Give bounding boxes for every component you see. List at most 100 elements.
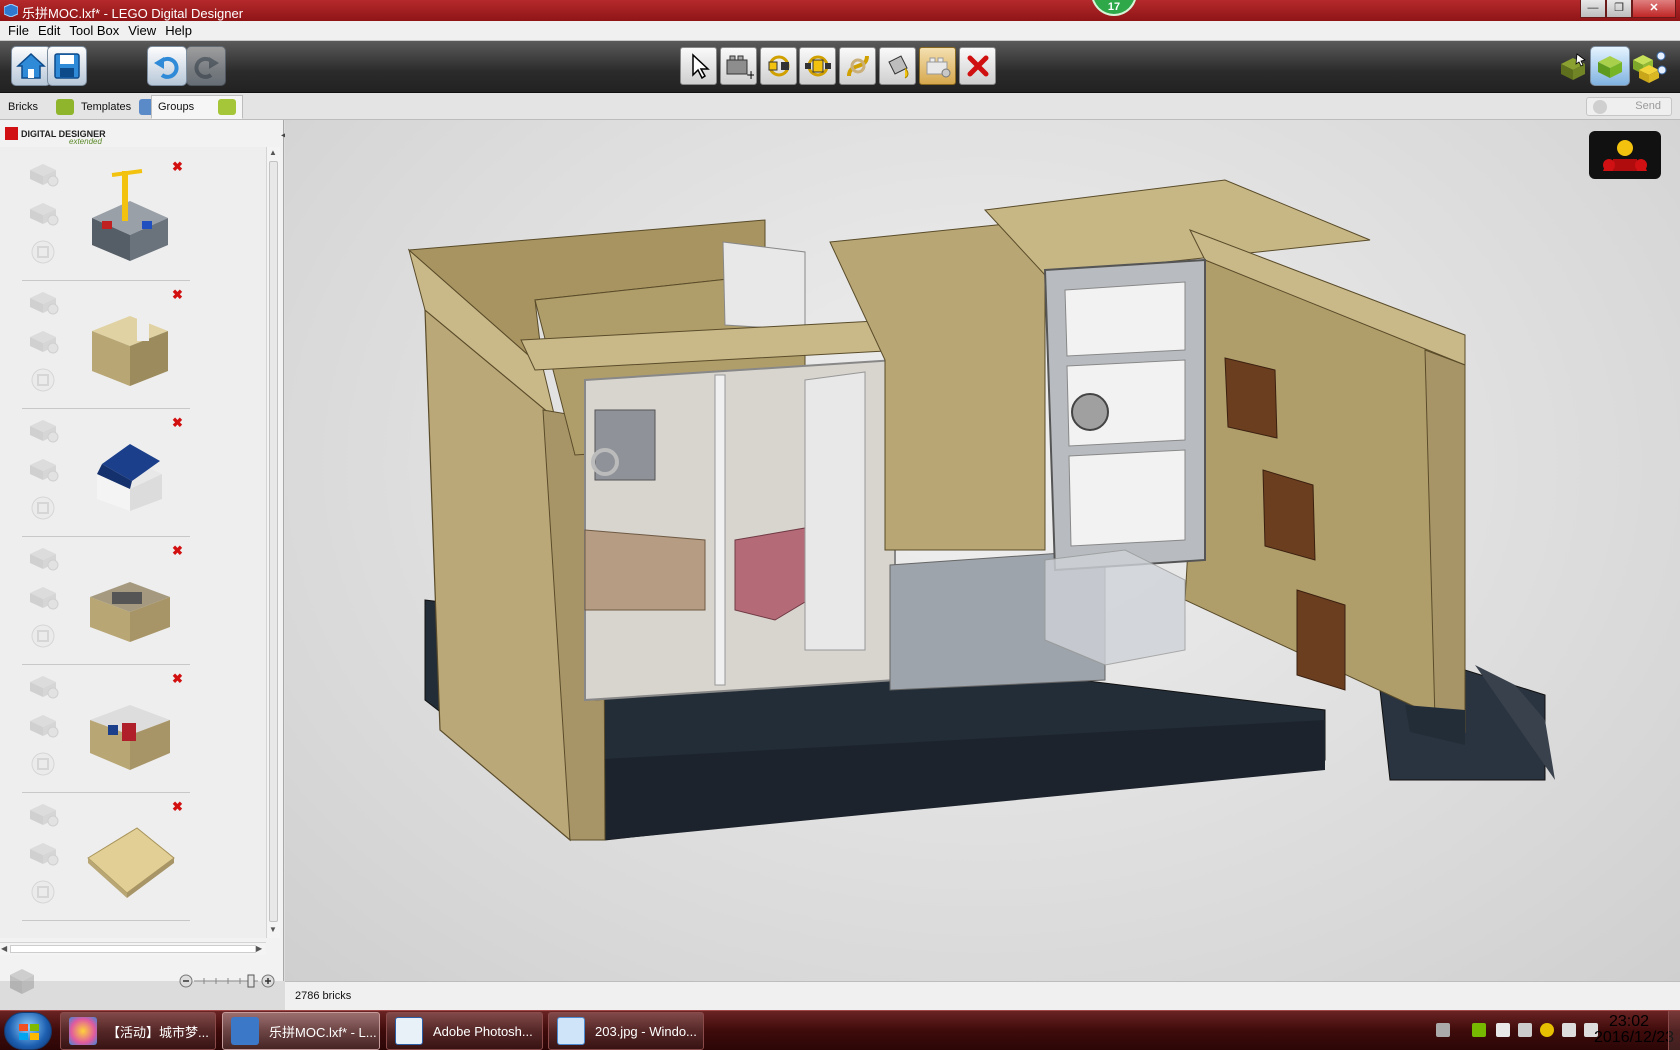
- add-icon[interactable]: [1540, 1023, 1554, 1037]
- notification-badge[interactable]: 17: [1091, 0, 1137, 16]
- hinge-tool-button[interactable]: [760, 47, 797, 85]
- clone-tool-button[interactable]: +: [720, 47, 757, 85]
- scroll-thumb[interactable]: [269, 161, 278, 922]
- flex-tool-button[interactable]: [839, 47, 876, 85]
- add-group-to-model-icon[interactable]: [27, 801, 59, 827]
- vertical-scrollbar[interactable]: ▲ ▼: [266, 147, 280, 938]
- remove-group-icon[interactable]: [27, 840, 59, 866]
- remove-group-icon[interactable]: [27, 200, 59, 226]
- remove-group-icon[interactable]: [27, 712, 59, 738]
- keyboard-icon[interactable]: [1436, 1023, 1450, 1037]
- add-group-to-model-icon[interactable]: [27, 161, 59, 187]
- taskbar-item-ldd[interactable]: 乐拼MOC.lxf* - L...: [222, 1012, 380, 1050]
- brick-count: 2786 bricks: [295, 990, 352, 1002]
- delete-icon: [967, 55, 988, 77]
- hide-tool-button[interactable]: [919, 47, 956, 85]
- menu-file[interactable]: File: [8, 21, 38, 40]
- group-select-icon[interactable]: [27, 367, 59, 393]
- group-card[interactable]: ✖: [22, 537, 190, 665]
- hscroll-thumb[interactable]: [10, 945, 256, 953]
- menu-help[interactable]: Help: [165, 21, 201, 40]
- save-icon: [54, 53, 80, 79]
- build-mode-icon: [1561, 53, 1586, 80]
- palette-tabs: Bricks Templates Groups Send: [0, 93, 1680, 120]
- clock[interactable]: 23:02 2016/12/23: [1594, 1014, 1674, 1046]
- add-group-to-model-icon[interactable]: [27, 545, 59, 571]
- group-select-icon[interactable]: [27, 623, 59, 649]
- add-group-to-model-icon[interactable]: [27, 673, 59, 699]
- taskbar-item-activity[interactable]: 【活动】城市梦...: [60, 1012, 216, 1050]
- build-viewport[interactable]: [285, 120, 1680, 981]
- group-thumbnail[interactable]: [82, 675, 178, 775]
- group-card[interactable]: ✖: [22, 153, 190, 281]
- close-button[interactable]: ✕: [1632, 0, 1676, 18]
- thumbnail-size-slider[interactable]: [178, 973, 276, 989]
- add-group-to-model-icon[interactable]: [27, 417, 59, 443]
- monitor-icon[interactable]: [1518, 1023, 1532, 1037]
- hinge-align-tool-button[interactable]: [799, 47, 836, 85]
- tab-bricks[interactable]: Bricks: [1, 95, 81, 119]
- show-desktop-button[interactable]: [1668, 1011, 1680, 1050]
- minifig-icon: [1603, 140, 1647, 171]
- taskbar-item-photoshop[interactable]: Adobe Photosh...: [386, 1012, 543, 1050]
- app-icon: [4, 4, 18, 17]
- flag-icon[interactable]: [1496, 1023, 1510, 1037]
- taskbar-item-photo-viewer[interactable]: 203.jpg - Windo...: [548, 1012, 704, 1050]
- group-select-icon[interactable]: [27, 239, 59, 265]
- undo-button[interactable]: [147, 46, 187, 86]
- minifig-button[interactable]: [1589, 131, 1661, 179]
- app-ldd-icon: [231, 1017, 259, 1045]
- menu-view[interactable]: View: [128, 21, 165, 40]
- group-select-icon[interactable]: [27, 495, 59, 521]
- home-icon: [16, 52, 46, 79]
- flex-icon: [846, 55, 869, 77]
- group-thumbnail[interactable]: [82, 291, 178, 391]
- send-button[interactable]: Send: [1586, 97, 1672, 116]
- new-group-icon[interactable]: [8, 966, 36, 996]
- app-photoshop-icon: [395, 1017, 423, 1045]
- network-icon[interactable]: [1562, 1023, 1576, 1037]
- send-icon: [1593, 100, 1607, 114]
- tab-groups[interactable]: Groups: [151, 95, 244, 119]
- scroll-right-icon[interactable]: ▶: [256, 944, 262, 953]
- save-button[interactable]: [47, 46, 87, 86]
- app-activity-icon: [69, 1017, 97, 1045]
- view-mode-button[interactable]: [1590, 46, 1630, 86]
- home-button[interactable]: [11, 46, 51, 86]
- scroll-up-icon[interactable]: ▲: [269, 148, 277, 157]
- select-tool-button[interactable]: [680, 47, 717, 85]
- start-button[interactable]: [4, 1012, 52, 1050]
- group-thumbnail[interactable]: [82, 803, 178, 903]
- remove-group-icon[interactable]: [27, 456, 59, 482]
- group-thumbnail[interactable]: [82, 163, 178, 263]
- add-group-to-model-icon[interactable]: [27, 289, 59, 315]
- remove-group-icon[interactable]: [27, 328, 59, 354]
- group-thumbnail[interactable]: [82, 419, 178, 519]
- building-guide-button[interactable]: [1630, 47, 1668, 85]
- minimize-button[interactable]: —: [1580, 0, 1606, 18]
- redo-button[interactable]: [186, 46, 226, 86]
- menu-edit[interactable]: Edit: [38, 21, 69, 40]
- lego-model-scene[interactable]: [285, 120, 1680, 981]
- maximize-button[interactable]: ❐: [1606, 0, 1632, 18]
- horizontal-scrollbar[interactable]: ◀ ▶: [0, 942, 266, 955]
- brick-icon: [55, 99, 74, 115]
- group-card[interactable]: ✖: [22, 281, 190, 409]
- menu-toolbox[interactable]: Tool Box: [69, 21, 128, 40]
- remove-group-icon[interactable]: [27, 584, 59, 610]
- build-mode-button[interactable]: [1554, 47, 1592, 85]
- group-select-icon[interactable]: [27, 879, 59, 905]
- group-card[interactable]: ✖: [22, 409, 190, 537]
- delete-tool-button[interactable]: [959, 47, 996, 85]
- tab-bricks-label: Bricks: [8, 101, 38, 113]
- undo-icon: [154, 56, 179, 79]
- scroll-left-icon[interactable]: ◀: [1, 944, 7, 953]
- group-card[interactable]: ✖: [22, 665, 190, 793]
- group-thumbnail[interactable]: [82, 547, 178, 647]
- paint-tool-button[interactable]: [879, 47, 916, 85]
- nvidia-icon[interactable]: [1472, 1023, 1486, 1037]
- scroll-down-icon[interactable]: ▼: [269, 925, 277, 934]
- windows-logo-icon: [19, 1024, 39, 1040]
- group-card[interactable]: ✖: [22, 793, 190, 921]
- group-select-icon[interactable]: [27, 751, 59, 777]
